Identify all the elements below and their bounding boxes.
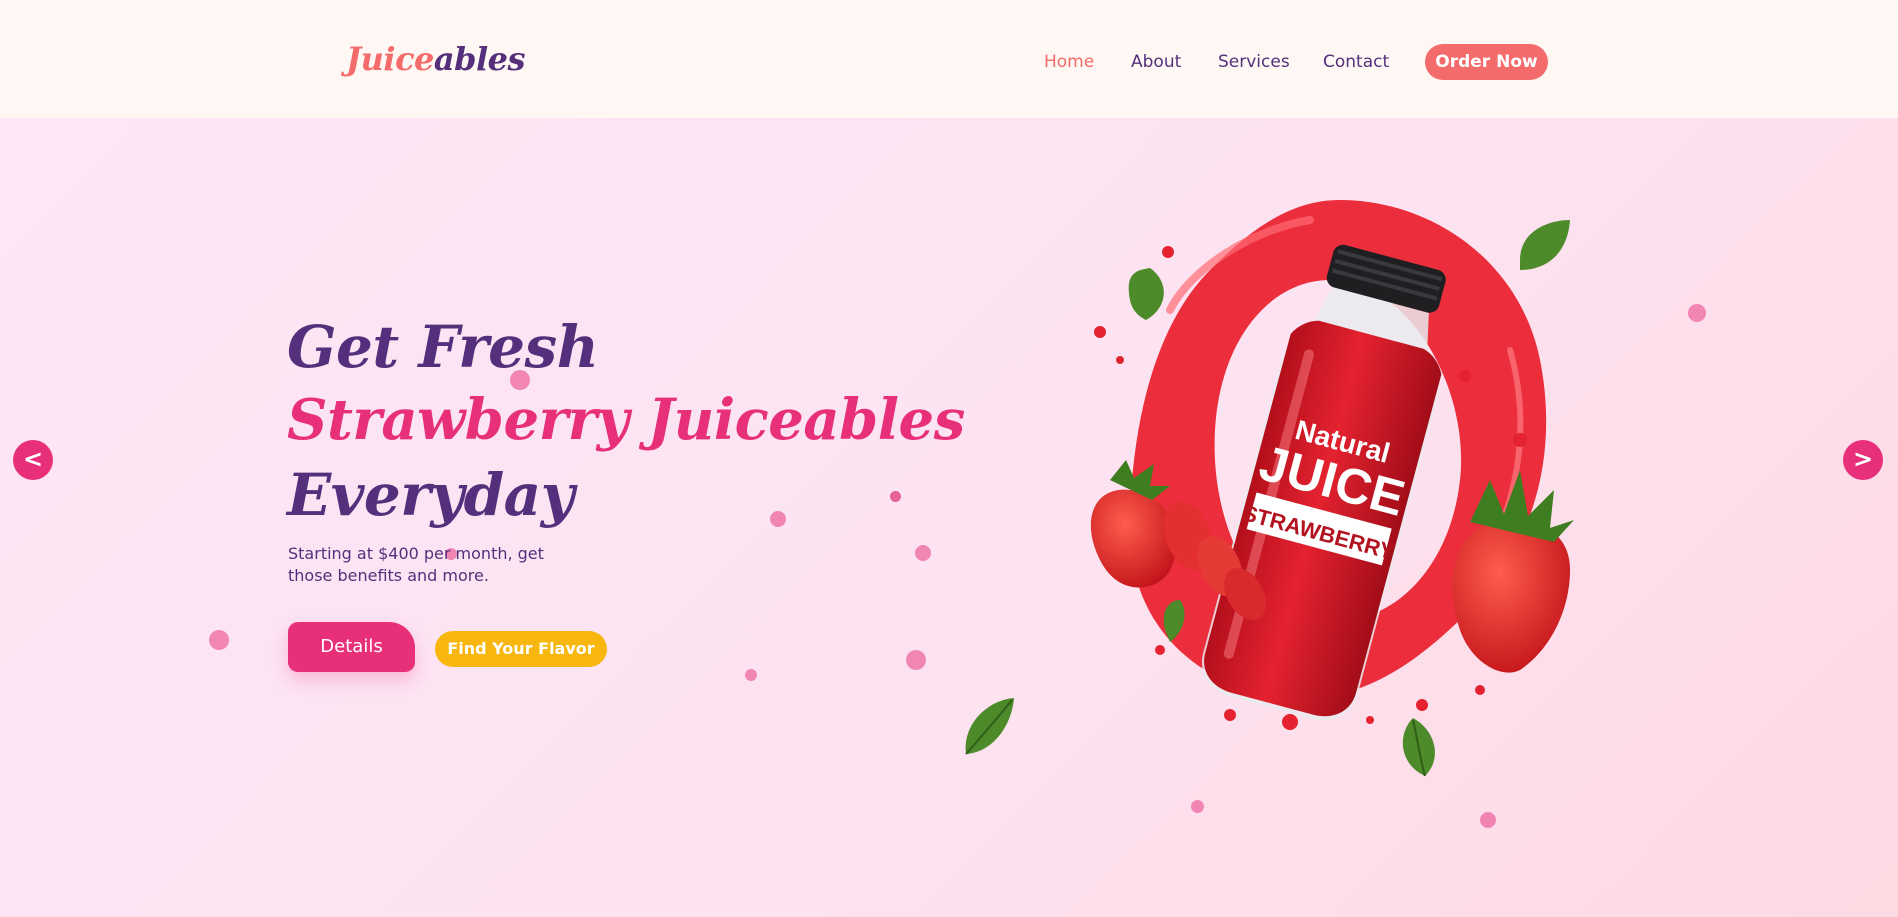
nav-home[interactable]: Home <box>1044 52 1094 72</box>
decor-dot <box>906 650 926 670</box>
details-button[interactable]: Details <box>288 622 415 672</box>
brand-logo-part1: Juice <box>346 40 434 78</box>
decor-dot <box>890 491 901 502</box>
find-flavor-button[interactable]: Find Your Flavor <box>435 631 607 667</box>
decor-dot <box>1480 812 1496 828</box>
nav-services[interactable]: Services <box>1218 52 1290 72</box>
decor-dot <box>770 511 786 527</box>
decor-dot <box>1688 304 1706 322</box>
brand-logo-part2: ables <box>433 40 526 78</box>
decor-dot <box>745 669 757 681</box>
decor-dot <box>209 630 229 650</box>
decor-dot <box>915 545 931 561</box>
order-now-button[interactable]: Order Now <box>1425 44 1548 80</box>
chevron-left-icon: < <box>22 445 44 473</box>
carousel-prev-button[interactable]: < <box>13 440 53 480</box>
chevron-right-icon: > <box>1852 445 1874 473</box>
leaf-icon <box>965 698 1014 755</box>
hero-title-line1: Get Fresh <box>287 313 599 381</box>
site-header: Juiceables Home About Services Contact O… <box>0 0 1898 118</box>
brand-logo[interactable]: Juiceables <box>346 40 526 78</box>
hero-title-line2: Strawberry Juiceables <box>287 387 965 453</box>
juice-bottle-illustration: Natural JUICE STRAWBERRY <box>1090 200 1574 730</box>
nav-contact[interactable]: Contact <box>1323 52 1389 72</box>
carousel-next-button[interactable]: > <box>1843 440 1883 480</box>
hero-title-line3: Everyday <box>287 461 574 529</box>
hero-subtitle: Starting at $400 per month, get those be… <box>288 544 544 585</box>
nav-about[interactable]: About <box>1131 52 1181 72</box>
decor-dot <box>1191 800 1204 813</box>
